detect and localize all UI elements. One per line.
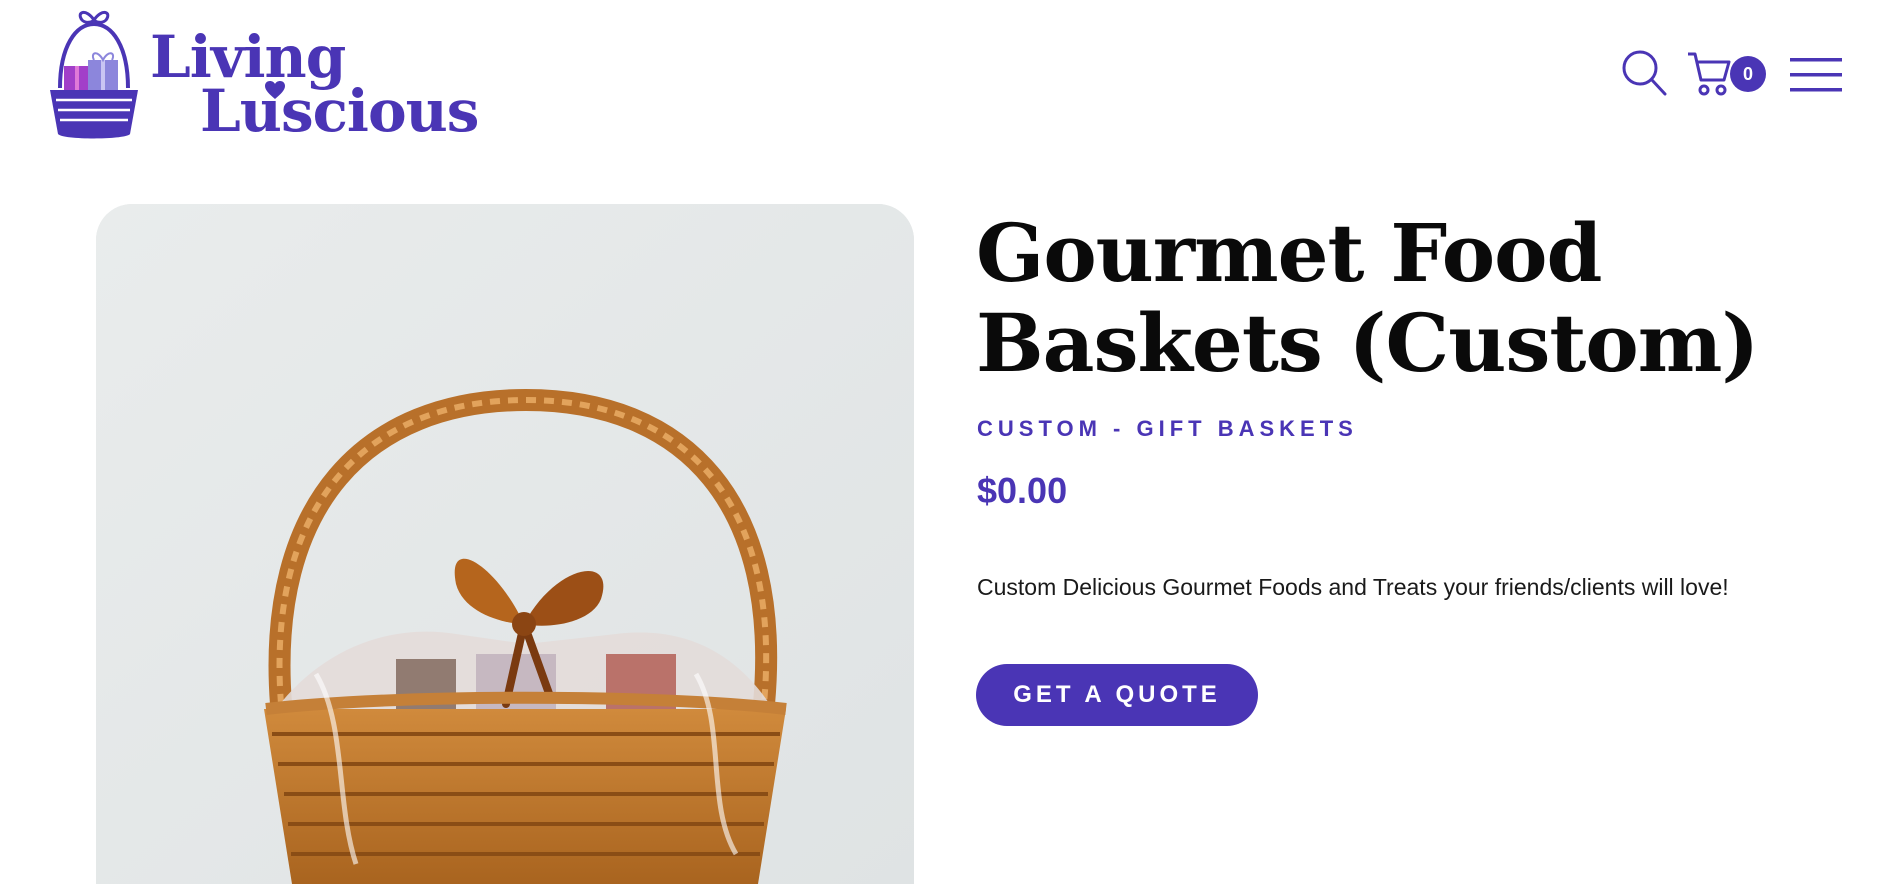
gift-basket-logo-icon: [50, 11, 138, 139]
product-category[interactable]: CUSTOM - GIFT BASKETS: [977, 416, 1358, 442]
site-header: Living Luscious 0: [0, 0, 1892, 160]
heart-icon: [265, 81, 285, 99]
product-title: Gourmet Food Baskets (Custom): [976, 206, 1759, 390]
hamburger-menu-icon: [1790, 58, 1842, 92]
get-a-quote-button[interactable]: GET A QUOTE: [976, 664, 1258, 726]
hamburger-menu-button[interactable]: [1790, 56, 1842, 94]
product-price: $0.00: [977, 470, 1068, 511]
cart-icon: [1688, 52, 1731, 96]
cart-button[interactable]: 0: [1686, 48, 1770, 98]
logo-wordmark: Living Luscious: [150, 28, 479, 145]
site-logo[interactable]: Living Luscious: [46, 6, 479, 144]
logo-line-2: Luscious: [200, 77, 479, 145]
search-icon: [1622, 50, 1667, 96]
search-button[interactable]: [1620, 48, 1668, 98]
wicker-gift-basket-photo: [96, 204, 914, 884]
product-image: [96, 204, 914, 884]
product-description: Custom Delicious Gourmet Foods and Treat…: [977, 574, 1729, 600]
cart-count-badge: 0: [1730, 56, 1766, 92]
